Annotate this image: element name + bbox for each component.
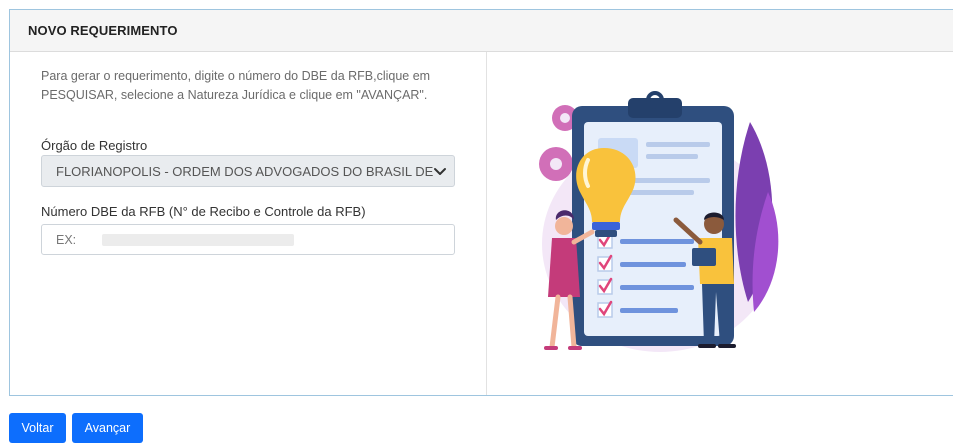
redacted-value xyxy=(102,234,294,246)
back-button[interactable]: Voltar xyxy=(9,413,66,443)
chevron-down-icon xyxy=(434,168,446,175)
dbe-label: Número DBE da RFB (N° de Recibo e Contro… xyxy=(41,204,366,219)
next-button[interactable]: Avançar xyxy=(72,413,143,443)
form-pane: Para gerar o requerimento, digite o núme… xyxy=(10,52,487,395)
dbe-input-value: EX: xyxy=(56,232,77,247)
instructions-text: Para gerar o requerimento, digite o núme… xyxy=(41,69,431,102)
new-request-card: NOVO REQUERIMENTO Para gerar o requerime… xyxy=(9,9,953,396)
dbe-input[interactable]: EX: xyxy=(41,224,455,255)
clipboard-checklist-illustration xyxy=(539,91,779,352)
card-title: NOVO REQUERIMENTO xyxy=(28,23,178,38)
orgao-select[interactable]: FLORIANOPOLIS - ORDEM DOS ADVOGADOS DO B… xyxy=(41,155,455,187)
orgao-label: Órgão de Registro xyxy=(41,138,148,153)
card-header: NOVO REQUERIMENTO xyxy=(10,10,953,52)
orgao-select-value: FLORIANOPOLIS - ORDEM DOS ADVOGADOS DO B… xyxy=(56,163,434,179)
